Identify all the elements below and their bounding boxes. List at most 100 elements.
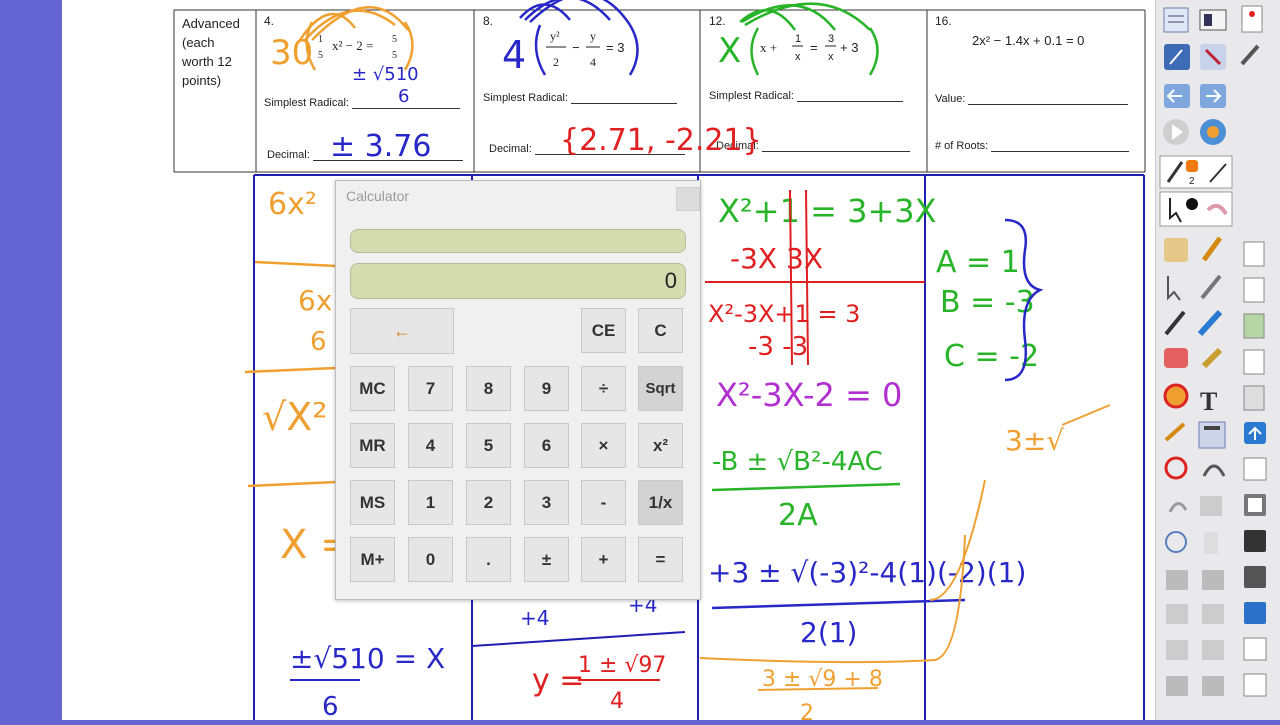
svg-text:1 ± √97: 1 ± √97 <box>578 653 666 678</box>
page-icon <box>1241 5 1263 33</box>
svg-text:-B ± √B²-4AC: -B ± √B²-4AC <box>712 447 883 477</box>
svg-text:X²-3X-2 = 0: X²-3X-2 = 0 <box>716 376 902 414</box>
svg-text:2: 2 <box>553 55 559 69</box>
divide-button[interactable]: ÷ <box>581 366 626 411</box>
svg-text:-3 -3: -3 -3 <box>748 332 808 362</box>
svg-text:3: 3 <box>828 33 834 45</box>
back-icon <box>1164 84 1190 108</box>
clear-button[interactable]: C <box>638 308 683 353</box>
ink-col1-bottom: ±√510 = X <box>290 642 445 675</box>
display-value: 0 <box>664 268 677 293</box>
svg-text:6x: 6x <box>298 284 332 317</box>
calculator-icon <box>1198 421 1226 449</box>
screen-shade-icon <box>1200 44 1226 70</box>
decimal-point-button[interactable]: . <box>466 537 511 582</box>
tool-grid: T <box>1163 236 1226 696</box>
plus-button[interactable]: + <box>581 537 626 582</box>
backspace-arrow-icon: ← <box>393 320 411 341</box>
calculator-display: 0 <box>350 263 686 299</box>
zero-button[interactable]: 0 <box>408 537 453 582</box>
three-button[interactable]: 3 <box>524 480 569 525</box>
svg-text:A = 1: A = 1 <box>936 245 1020 280</box>
svg-text:+3 ± √(-3)²-4(1)(-2)(1): +3 ± √(-3)²-4(1)(-2)(1) <box>708 556 1026 589</box>
tool-palette: 2 T <box>1155 0 1280 720</box>
forward-icon <box>1200 84 1226 108</box>
text-icon: T <box>1200 387 1217 416</box>
close-button[interactable] <box>676 187 700 211</box>
nine-button[interactable]: 9 <box>524 366 569 411</box>
equals-button[interactable]: = <box>638 537 683 582</box>
svg-text:6x²: 6x² <box>268 187 317 222</box>
file-icons <box>1243 241 1267 697</box>
svg-text:5: 5 <box>392 34 397 45</box>
plus-minus-button[interactable]: ± <box>524 537 569 582</box>
ce-button[interactable]: CE <box>581 308 626 353</box>
svg-text:−: − <box>572 40 580 55</box>
calculator-title: Calculator <box>346 188 410 204</box>
ink-p8-multiplier: 4 <box>502 33 526 77</box>
svg-text:-3X 3X: -3X 3X <box>730 242 823 275</box>
square-button[interactable]: x² <box>638 423 683 468</box>
toolbar-icons: 2 T <box>1159 5 1267 697</box>
ink-p12-multiplier: X <box>718 31 741 71</box>
pen-icon <box>1164 44 1190 70</box>
multiply-button[interactable]: × <box>581 423 626 468</box>
m-plus-button[interactable]: M+ <box>350 537 395 582</box>
ink-p4-radical: ± √510 <box>352 64 419 85</box>
play-icon <box>1163 119 1189 145</box>
pen-tool-icon <box>1240 44 1260 66</box>
eight-button[interactable]: 8 <box>466 366 511 411</box>
svg-text:5: 5 <box>318 50 323 61</box>
problem-4-equation: x² − 2 = <box>332 38 373 53</box>
ink-problem-8 <box>519 0 639 76</box>
svg-text:x +: x + <box>760 40 777 55</box>
svg-text:6: 6 <box>322 692 339 720</box>
svg-text:x: x <box>828 51 834 63</box>
calculator-window[interactable]: Calculator 0 ← CE C MC 7 8 9 ÷ Sqrt MR 4… <box>335 180 701 600</box>
four-button[interactable]: 4 <box>408 423 453 468</box>
svg-text:y: y <box>590 29 596 43</box>
keyboard-icon <box>1199 9 1227 31</box>
svg-text:6: 6 <box>398 86 409 107</box>
eraser-icon <box>1164 348 1188 368</box>
svg-text:√X²: √X² <box>262 395 327 439</box>
svg-text:4: 4 <box>610 689 624 714</box>
svg-text:y²: y² <box>550 29 560 43</box>
svg-text:2(1): 2(1) <box>800 616 857 649</box>
ink-p4-decimal: ± 3.76 <box>330 129 431 164</box>
ink-col2-bottom: y = <box>532 663 584 698</box>
six-button[interactable]: 6 <box>524 423 569 468</box>
svg-text:X²-3X+1 = 3: X²-3X+1 = 3 <box>708 300 860 328</box>
ms-button[interactable]: MS <box>350 480 395 525</box>
ink-p4-multiplier: 30 <box>270 33 313 73</box>
svg-text:5: 5 <box>392 50 397 61</box>
calculator-titlebar[interactable]: Calculator <box>336 181 700 211</box>
svg-text:2A: 2A <box>778 498 818 533</box>
svg-text:2: 2 <box>1189 176 1195 187</box>
svg-text:+ 3: + 3 <box>840 40 858 55</box>
minus-button[interactable]: - <box>581 480 626 525</box>
memory-display <box>350 229 686 253</box>
gallery-icon <box>1200 119 1226 145</box>
backspace-button[interactable]: ← <box>350 308 454 354</box>
mr-button[interactable]: MR <box>350 423 395 468</box>
svg-text:6: 6 <box>310 327 327 357</box>
svg-text:X²+1 = 3+3X: X²+1 = 3+3X <box>718 192 937 230</box>
print-icon <box>1248 498 1262 512</box>
mc-button[interactable]: MC <box>350 366 395 411</box>
svg-text:= 3: = 3 <box>606 40 624 55</box>
two-button[interactable]: 2 <box>466 480 511 525</box>
svg-text:+4: +4 <box>520 606 549 630</box>
svg-text:4: 4 <box>590 55 596 69</box>
reciprocal-button[interactable]: 1/x <box>638 480 683 525</box>
ink-p8-decimal: {2.71, -2.21} <box>560 123 762 158</box>
five-button[interactable]: 5 <box>466 423 511 468</box>
seven-button[interactable]: 7 <box>408 366 453 411</box>
svg-text:3±√: 3±√ <box>1005 424 1064 457</box>
svg-text:=: = <box>810 40 818 55</box>
svg-text:2: 2 <box>800 701 814 720</box>
sqrt-button[interactable]: Sqrt <box>638 366 683 411</box>
select-icon <box>1163 7 1189 33</box>
svg-text:B = -3: B = -3 <box>940 285 1035 320</box>
one-button[interactable]: 1 <box>408 480 453 525</box>
